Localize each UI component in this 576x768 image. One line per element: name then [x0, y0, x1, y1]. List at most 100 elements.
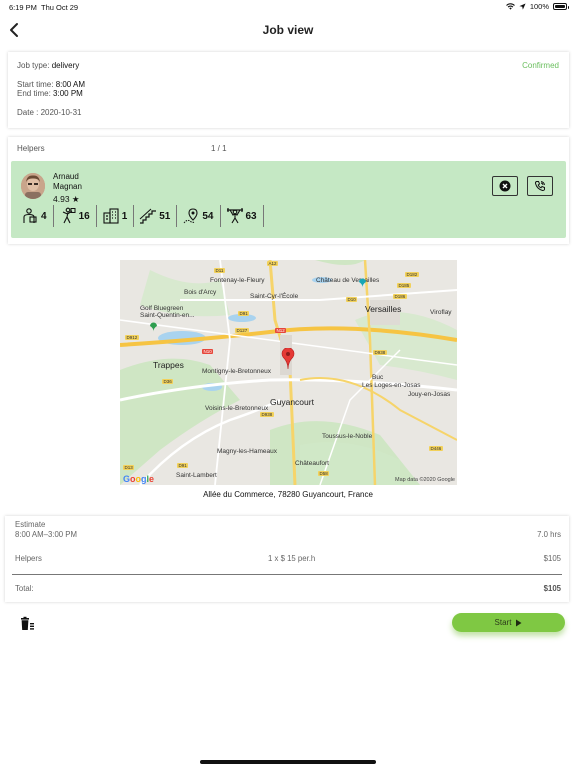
park-pin-icon: [150, 322, 157, 332]
building-icon: [103, 208, 119, 224]
helpers-rate: 1 x $ 15 per.h: [268, 554, 316, 563]
start-time-label: Start time:: [17, 80, 54, 89]
status-time: 6:19 PM: [9, 3, 37, 12]
helper-rating: 4.93 ★: [53, 194, 80, 205]
nav-bar: Job view: [0, 14, 576, 46]
stat-value: 54: [202, 210, 214, 222]
map-label: Fontenay-le-Fleury: [210, 277, 265, 284]
road-tag: D938: [260, 412, 274, 417]
stat-strength: 63: [226, 205, 264, 227]
map-label: Viroflay: [430, 309, 452, 316]
end-time-value: 3:00 PM: [53, 89, 83, 98]
map-label: Versailles: [365, 304, 402, 314]
divider: [12, 574, 562, 575]
road-tag: D36: [162, 379, 174, 384]
trash-list-icon: [21, 616, 34, 630]
map-label: Golf Bluegreen Saint-Quentin-en...: [140, 305, 195, 319]
helper-name: Arnaud Magnan: [53, 172, 82, 192]
map-label: Trappes: [153, 360, 184, 370]
stat-value: 51: [159, 210, 171, 222]
road-tag: N10: [202, 349, 214, 354]
road-tag: D13: [123, 465, 135, 470]
estimate-card: Estimate 8:00 AM–3:00 PM 7.0 hrs Helpers…: [5, 516, 569, 602]
job-type-row: Job type: delivery: [17, 61, 79, 70]
start-time-row: Start time: 8:00 AM: [17, 80, 85, 89]
estimate-duration: 7.0 hrs: [537, 530, 561, 539]
road-tag: D186: [393, 294, 407, 299]
total-label: Total:: [15, 584, 34, 593]
phone-icon: [534, 181, 545, 192]
map-attribution: Map data ©2020 Google: [394, 477, 455, 483]
road-tag: D185: [397, 283, 411, 288]
helpers-heading: Helpers: [17, 144, 45, 153]
stat-moves: 16: [59, 205, 97, 227]
map-label: Voisins-le-Bretonneux: [205, 405, 269, 412]
helper-last-name: Magnan: [53, 182, 82, 191]
road-tag: D58: [318, 471, 330, 476]
start-button-label: Start: [494, 618, 512, 627]
page-title: Job view: [262, 23, 314, 37]
helpers-cost: $105: [543, 554, 561, 563]
map-pin-icon[interactable]: [281, 348, 295, 370]
start-time-value: 8:00 AM: [55, 80, 86, 89]
helpers-cost-label: Helpers: [15, 554, 42, 563]
map-label: Jouy-en-Josas: [408, 391, 451, 398]
stat-deliveries: 4: [21, 205, 54, 227]
stat-value: 63: [245, 210, 257, 222]
delete-job-button[interactable]: [19, 616, 35, 632]
map-label: Saint-Cyr-l'École: [250, 293, 299, 300]
remove-helper-button[interactable]: [492, 176, 518, 196]
road-tag: D127: [235, 328, 249, 333]
road-tag: A12: [267, 261, 279, 266]
battery-icon: [553, 3, 569, 10]
map-label: Saint-Lambert: [176, 472, 217, 479]
map-label: Magny-les-Hameaux: [217, 448, 277, 455]
road-tag: D912: [125, 335, 139, 340]
job-summary-card: Job type: delivery Confirmed Start time:…: [8, 52, 569, 128]
road-tag: D938: [373, 350, 387, 355]
helpers-card: Helpers 1 / 1 Arnaud Magnan 4.93 ★ 4 16 …: [8, 137, 569, 244]
total-value: $105: [543, 584, 561, 593]
job-type-value: delivery: [51, 61, 80, 70]
google-logo: Google: [123, 474, 155, 484]
estimate-time-range: 8:00 AM–3:00 PM: [15, 530, 77, 539]
map-label: Toussus-le-Noble: [322, 433, 373, 440]
location-pin-icon: [183, 208, 198, 224]
stat-stairs: 51: [139, 205, 178, 227]
road-tag: D182: [405, 272, 419, 277]
call-helper-button[interactable]: [527, 176, 553, 196]
location-arrow-icon: [519, 3, 526, 10]
map-view[interactable]: Fontenay-le-Fleury Château de Versailles…: [120, 260, 457, 485]
status-bar: 6:19 PM Thu Oct 29 100%: [0, 0, 576, 14]
stat-value: 1: [121, 210, 128, 222]
close-circle-icon: [499, 180, 511, 192]
road-tag: D91: [177, 463, 189, 468]
wifi-icon: [505, 3, 515, 10]
status-date: Thu Oct 29: [41, 3, 79, 12]
mover-icon: [62, 207, 76, 224]
helper-item[interactable]: Arnaud Magnan 4.93 ★ 4 16 1 51 54 63: [11, 161, 566, 238]
road-tag: N12: [275, 328, 287, 333]
map-label: Château de Versailles: [316, 277, 380, 284]
map-label: Les Loges-en-Josas: [362, 382, 421, 389]
stairs-icon: [139, 208, 157, 224]
job-type-label: Job type:: [17, 61, 50, 70]
helper-stats: 4 16 1 51 54 63: [21, 205, 269, 227]
status-right: 100%: [505, 2, 569, 11]
helper-rating-value: 4.93: [53, 194, 70, 204]
start-button[interactable]: Start: [452, 613, 565, 632]
map-label: Bois d'Arcy: [184, 289, 217, 296]
landmark-pin-icon: [359, 278, 366, 288]
map-label: Montigny-le-Bretonneux: [202, 368, 272, 375]
map-label: Buc: [372, 374, 384, 381]
map-label: Châteaufort: [295, 460, 329, 467]
address-text: Allée du Commerce, 78280 Guyancourt, Fra…: [203, 490, 373, 499]
helper-first-name: Arnaud: [53, 172, 79, 181]
end-time-row: End time: 3:00 PM: [17, 89, 83, 98]
job-date: Date : 2020-10-31: [17, 108, 82, 117]
avatar: [21, 173, 45, 199]
home-indicator[interactable]: [200, 760, 376, 764]
status-badge: Confirmed: [522, 61, 559, 70]
map-label: Guyancourt: [270, 397, 314, 407]
star-icon: ★: [71, 194, 80, 204]
